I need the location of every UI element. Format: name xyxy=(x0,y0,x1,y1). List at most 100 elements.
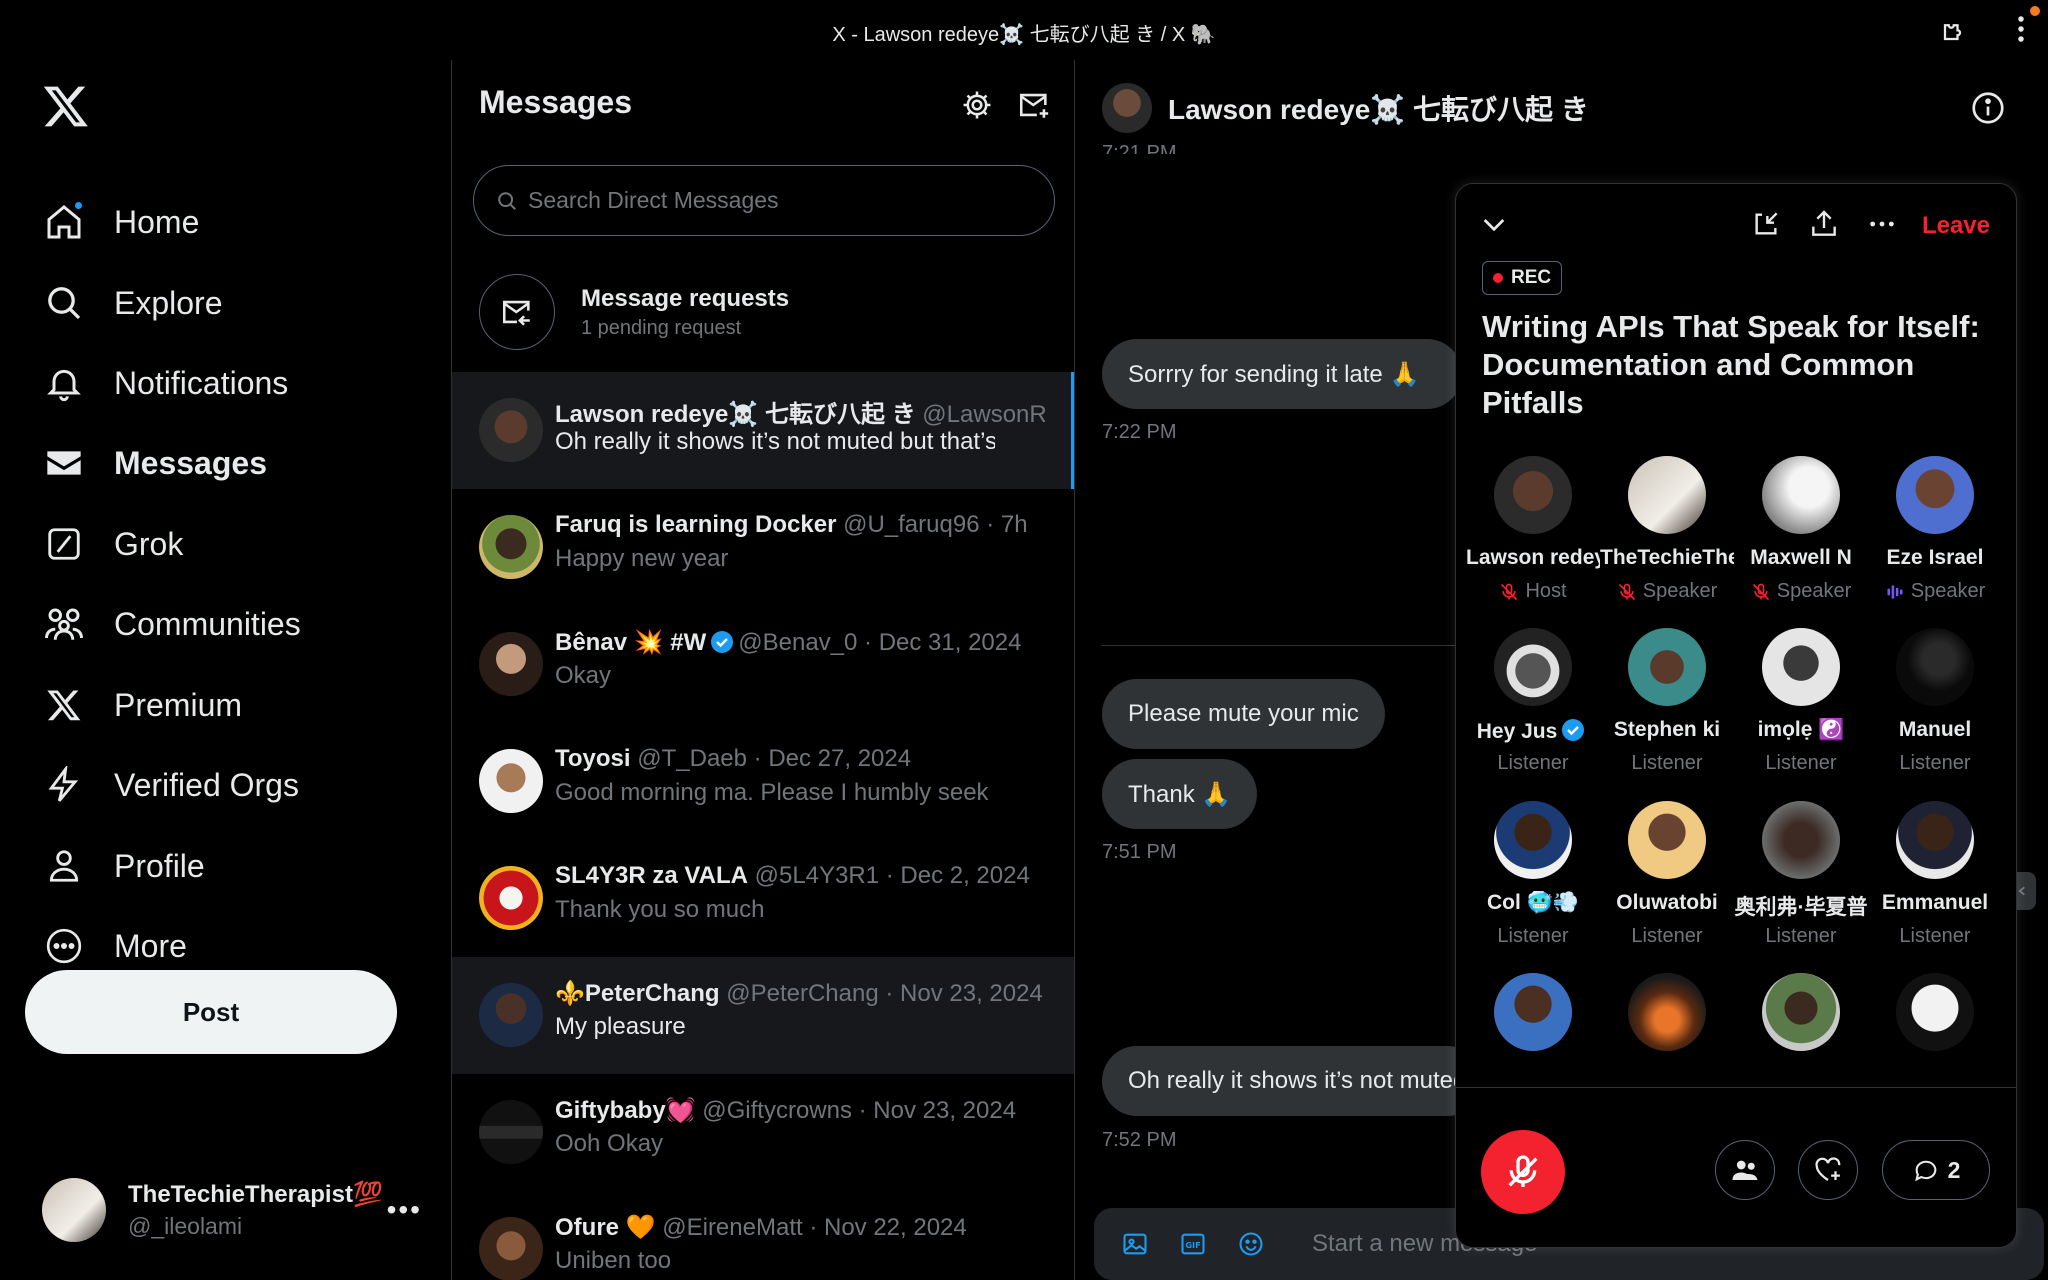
leave-space-button[interactable]: Leave xyxy=(1922,212,1990,240)
conversation-avatar xyxy=(479,866,543,930)
participant-avatar xyxy=(1762,801,1840,879)
nav-more[interactable]: More xyxy=(42,918,187,974)
people-button[interactable] xyxy=(1715,1140,1775,1200)
participant[interactable]: TheTechieTherapist Speaker xyxy=(1600,456,1734,616)
account-more-icon[interactable]: ••• xyxy=(387,1194,422,1226)
conversation-handle: @Benav_0 xyxy=(738,629,858,656)
mic-muted-icon xyxy=(1618,583,1635,600)
primary-nav: Home Explore Notifications Messages Grok… xyxy=(0,60,452,1280)
conversation-item[interactable]: SL4Y3R za VALA @5L4Y3R1 · Dec 2, 2024 Th… xyxy=(452,840,1074,957)
participant-name: 奥利弗·毕夏普 xyxy=(1734,896,1868,919)
participant[interactable]: Stephen ki Listener xyxy=(1600,628,1734,788)
conversation-handle: @PeterChang xyxy=(726,980,879,1007)
nav-profile[interactable]: Profile xyxy=(42,838,205,894)
message-requests[interactable]: Message requests 1 pending request xyxy=(452,260,1074,372)
conversation-name: Ofure 🧡 xyxy=(555,1214,656,1241)
nav-communities[interactable]: Communities xyxy=(42,596,301,652)
home-icon xyxy=(42,200,86,244)
message-requests-subtitle: 1 pending request xyxy=(581,317,742,339)
chat-divider xyxy=(1102,645,1502,646)
more-horizontal-icon[interactable] xyxy=(1866,208,1898,240)
conversation-item[interactable]: Giftybaby💓 @Giftycrowns · Nov 23, 2024 O… xyxy=(452,1074,1074,1191)
participant-role: Speaker xyxy=(1600,580,1734,603)
account-switcher[interactable]: TheTechieTherapist💯 @_ileolami ••• xyxy=(42,1172,422,1248)
chat-header[interactable]: Lawson redeye☠️ 七転び八起 き xyxy=(1102,78,1589,138)
react-button[interactable] xyxy=(1798,1140,1858,1200)
comments-button[interactable]: 2 xyxy=(1882,1140,1990,1200)
new-message-icon[interactable] xyxy=(1017,88,1051,122)
participant[interactable]: Manuel Listener xyxy=(1868,628,2002,788)
participant[interactable] xyxy=(1868,973,2002,1076)
post-button[interactable]: Post xyxy=(25,970,397,1054)
participant[interactable]: Oluwatobi Listener xyxy=(1600,801,1734,961)
conversation-handle: @5L4Y3R1 xyxy=(754,862,880,889)
conversation-time: Dec 2, 2024 xyxy=(900,862,1030,889)
recording-badge: REC xyxy=(1482,261,1563,295)
nav-label-home: Home xyxy=(114,203,200,240)
participant-role-label: Listener xyxy=(1497,925,1569,947)
space-title: Writing APIs That Speak for Itself: Docu… xyxy=(1482,309,1980,420)
conversation-name: Giftybaby💓 xyxy=(555,1097,696,1124)
conversation-name: SL4Y3R za VALA xyxy=(555,862,748,889)
participant[interactable]: imọlẹ ☯️ Listener xyxy=(1734,628,1868,788)
conversation-preview: My pleasure xyxy=(555,1013,686,1040)
chevron-down-icon[interactable] xyxy=(1478,208,1510,240)
gif-icon[interactable]: GIF xyxy=(1176,1227,1210,1261)
participant-name: TheTechieTherapist xyxy=(1600,546,1734,569)
extensions-icon[interactable] xyxy=(1940,14,1970,44)
premium-x-icon xyxy=(42,683,86,727)
heart-plus-icon xyxy=(1815,1157,1841,1181)
participant[interactable]: Col 🥶💨 Listener xyxy=(1466,801,1600,961)
bell-icon xyxy=(42,361,86,405)
message-timestamp: 7:21 PM xyxy=(1102,142,1177,154)
nav-explore[interactable]: Explore xyxy=(42,275,223,331)
mic-toggle-button[interactable] xyxy=(1481,1130,1565,1214)
conversation-item[interactable]: ⚜️PeterChang @PeterChang · Nov 23, 2024 … xyxy=(452,957,1074,1074)
message-bubble: Oh really it shows it’s not muted but th… xyxy=(1102,1046,1482,1116)
nav-grok[interactable]: Grok xyxy=(42,516,183,572)
message-bubble: Thank 🙏 xyxy=(1102,759,1258,829)
x-logo-icon[interactable] xyxy=(42,82,90,130)
messages-title: Messages xyxy=(479,84,632,120)
nav-notifications[interactable]: Notifications xyxy=(42,355,288,411)
participant[interactable]: Lawson redeye Host xyxy=(1466,456,1600,616)
window-title: X - Lawson redeye☠️ 七転び八起 き / X 🐘 xyxy=(832,24,1216,46)
conversation-name: Bênav 💥 #W xyxy=(555,629,707,656)
browser-menu-icon[interactable] xyxy=(2016,14,2026,44)
search-dm-field[interactable] xyxy=(473,165,1055,236)
conversation-item[interactable]: Bênav 💥 #W @Benav_0 · Dec 31, 2024 Okay xyxy=(452,606,1074,723)
conversation-item[interactable]: Faruq is learning Docker @U_faruq96 · 7h… xyxy=(452,489,1074,606)
participant[interactable]: Emmanuel Listener xyxy=(1868,801,2002,961)
participant[interactable] xyxy=(1466,973,1600,1076)
image-icon[interactable] xyxy=(1118,1227,1152,1261)
participant[interactable]: 奥利弗·毕夏普 Listener xyxy=(1734,801,1868,961)
participant[interactable] xyxy=(1734,973,1868,1076)
nav-label-notifications: Notifications xyxy=(114,364,289,401)
participant-avatar xyxy=(1896,456,1974,534)
search-dm-input[interactable] xyxy=(528,187,1008,214)
participant-avatar xyxy=(1762,456,1840,534)
comment-icon xyxy=(1914,1160,1936,1182)
info-icon[interactable] xyxy=(1970,90,2006,126)
participant[interactable]: Eze Israel Speaker xyxy=(1868,456,2002,616)
participant-avatar xyxy=(1494,456,1572,534)
participant-name: Manuel xyxy=(1898,718,1972,741)
nav-home[interactable]: Home xyxy=(42,194,199,250)
message-requests-icon xyxy=(479,274,555,350)
conversation-item[interactable]: Ofure 🧡 @EireneMatt · Nov 22, 2024 Unibe… xyxy=(452,1191,1074,1280)
conversation-avatar xyxy=(479,515,543,579)
share-icon[interactable] xyxy=(1808,208,1840,240)
participant[interactable] xyxy=(1600,973,1734,1076)
conversation-item[interactable]: Lawson redeye☠️ 七転び八起 き @LawsonRedeye · … xyxy=(452,372,1074,489)
minimize-dock-icon[interactable] xyxy=(1750,208,1782,240)
participant[interactable]: Maxwell N Speaker xyxy=(1734,456,1868,616)
emoji-icon[interactable] xyxy=(1234,1227,1268,1261)
settings-gear-icon[interactable] xyxy=(960,88,994,122)
participant[interactable]: Hey Jus Listener xyxy=(1466,628,1600,788)
nav-messages[interactable]: Messages xyxy=(42,435,267,491)
nav-premium[interactable]: Premium xyxy=(42,677,242,733)
conversation-item[interactable]: Toyosi @T_Daeb · Dec 27, 2024 Good morni… xyxy=(452,723,1074,840)
nav-verified-orgs[interactable]: Verified Orgs xyxy=(42,757,299,813)
recording-dot xyxy=(1493,273,1503,283)
participant-avatar xyxy=(1494,973,1572,1051)
